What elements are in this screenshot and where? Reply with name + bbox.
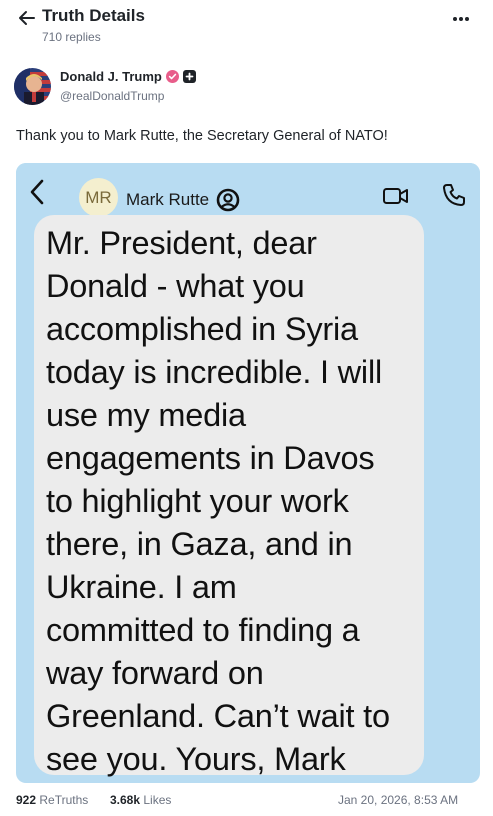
verified-badge-icon (165, 70, 179, 83)
post-text: Thank you to Mark Rutte, the Secretary G… (16, 128, 388, 144)
message-line: there, in Gaza, and in (46, 526, 353, 562)
chat-header: MR Mark Rutte (16, 163, 480, 223)
contact-name: Mark Rutte (126, 188, 241, 212)
message-line: Mr. President, dear (46, 225, 317, 261)
back-button[interactable] (16, 7, 38, 29)
message-line: engagements in Davos (46, 440, 375, 476)
message-line: committed to finding a (46, 612, 360, 648)
video-camera-icon (383, 188, 408, 204)
more-horizontal-icon (453, 17, 469, 21)
retruths-count: 922 (16, 793, 37, 807)
retruths-stat[interactable]: 922 ReTruths (16, 793, 88, 807)
message-line: use my media (46, 397, 246, 433)
chevron-left-icon (30, 179, 44, 205)
top-bar: Truth Details 710 replies (0, 0, 493, 56)
retruths-label: ReTruths (39, 793, 89, 807)
post-image[interactable]: MR Mark Rutte Mr. President, dear Donald … (16, 163, 480, 783)
user-circle-icon (216, 188, 240, 212)
page-title: Truth Details (42, 6, 145, 25)
phone-call-button (441, 182, 467, 208)
arrow-left-icon (19, 11, 35, 25)
likes-stat[interactable]: 3.68k Likes (110, 793, 171, 807)
message-line: Donald - what you (46, 268, 305, 304)
phone-icon (443, 184, 465, 206)
likes-label: Likes (143, 793, 172, 807)
message-line: today is incredible. I will (46, 354, 382, 390)
message-line: Ukraine. I am (46, 569, 237, 605)
message-line: accomplished in Syria (46, 311, 358, 347)
author-name[interactable]: Donald J. Trump (60, 69, 196, 84)
message-line: see you. Yours, Mark (46, 741, 346, 777)
plus-badge-icon (182, 70, 196, 83)
contact-avatar: MR (79, 178, 118, 217)
post-stats: 922 ReTruths 3.68k Likes Jan 20, 2026, 8… (0, 788, 493, 812)
chat-back-button (24, 175, 50, 209)
likes-count: 3.68k (110, 793, 141, 807)
message-line: Greenland. Can’t wait to (46, 698, 390, 734)
avatar[interactable] (14, 68, 51, 105)
reply-count: 710 replies (42, 30, 101, 44)
message-line: way forward on (46, 655, 264, 691)
message-line: to highlight your work (46, 483, 349, 519)
message-text: Mr. President, dear Donald - what you acco… (46, 222, 414, 781)
author-name-text: Donald J. Trump (60, 69, 162, 84)
more-options-button[interactable] (448, 8, 474, 30)
post-timestamp: Jan 20, 2026, 8:53 AM (338, 793, 459, 807)
message-bubble: Mr. President, dear Donald - what you acco… (34, 215, 424, 777)
contact-name-text: Mark Rutte (126, 190, 210, 209)
video-call-button (382, 185, 410, 207)
author-handle[interactable]: @realDonaldTrump (60, 89, 164, 103)
